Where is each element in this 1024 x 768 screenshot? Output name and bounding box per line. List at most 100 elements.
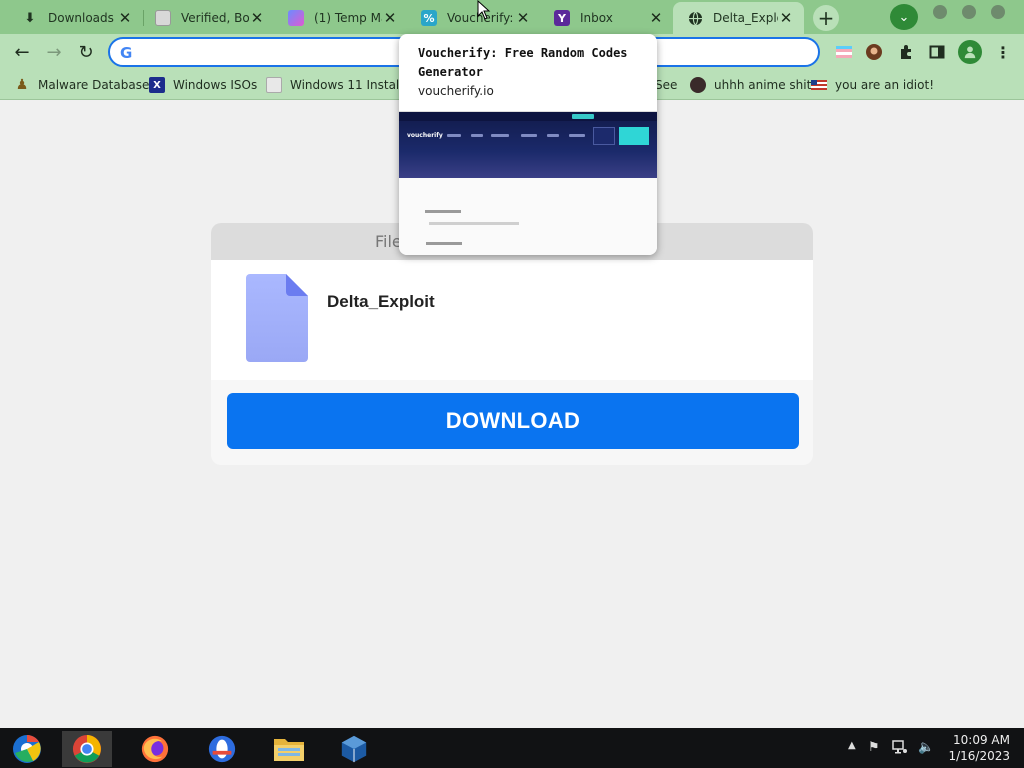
- download-button[interactable]: DOWNLOAD: [227, 393, 799, 449]
- preview-announcement-bar: [399, 112, 657, 121]
- extensions-puzzle-icon[interactable]: [896, 42, 916, 62]
- forward-arrow-icon: →: [46, 41, 62, 63]
- start-icon: [13, 735, 41, 763]
- file-card: File Delta_Exploit DOWNLOAD: [211, 223, 813, 465]
- tab-search-button[interactable]: ⌄: [890, 4, 918, 30]
- yahoo-icon: Y: [554, 10, 570, 26]
- tab-temp-mail[interactable]: (1) Temp Ma ✕: [274, 2, 408, 34]
- tab-voucherify[interactable]: % Voucherify: F ✕: [407, 2, 541, 34]
- bookmark-label: Windows ISOs: [173, 78, 258, 92]
- start-button[interactable]: [2, 731, 52, 767]
- bookmark-label: See: [655, 78, 678, 92]
- hover-card-url: voucherify.io: [418, 84, 494, 98]
- close-icon[interactable]: ✕: [382, 9, 398, 27]
- close-icon[interactable]: ✕: [249, 9, 265, 27]
- bookmark-label: you are an idiot!: [835, 78, 934, 92]
- new-tab-button[interactable]: +: [813, 5, 839, 31]
- maximize-button[interactable]: [962, 5, 976, 19]
- taskbar-chrome[interactable]: [62, 731, 112, 767]
- temp-mail-icon: [288, 10, 304, 26]
- back-button[interactable]: ←: [8, 38, 36, 66]
- profile-icon[interactable]: [958, 40, 982, 64]
- file-row: Delta_Exploit: [211, 260, 813, 380]
- show-hidden-icons-button[interactable]: ▲: [848, 740, 856, 751]
- malware-icon: ♟: [15, 77, 29, 93]
- bookmark-windows-isos[interactable]: X Windows ISOs: [149, 75, 257, 95]
- close-icon[interactable]: ✕: [648, 9, 664, 27]
- preview-logo: voucherify: [407, 132, 443, 139]
- taskbar-file-explorer[interactable]: [264, 731, 314, 767]
- preview-bar-button: [572, 114, 594, 119]
- forward-button[interactable]: →: [40, 38, 68, 66]
- tab-strip: ⬇ Downloads ✕ Verified, Bon ✕ (1) Temp M…: [0, 0, 1024, 34]
- network-icon[interactable]: [892, 740, 908, 758]
- opera-icon: [208, 735, 236, 763]
- mouse-cursor-icon: [477, 0, 491, 20]
- taskbar-opera[interactable]: [197, 731, 247, 767]
- preview-form-label: [426, 242, 462, 245]
- chrome-icon: [72, 734, 102, 764]
- voucherify-icon: %: [421, 10, 437, 26]
- close-icon[interactable]: ✕: [778, 9, 794, 27]
- bookmark-malware-database[interactable]: ♟ Malware Database: [14, 75, 150, 95]
- google-icon: G: [120, 44, 133, 62]
- preview-nav-item: [569, 134, 585, 137]
- tab-title: (1) Temp Ma: [314, 11, 382, 25]
- reload-button[interactable]: ↻: [72, 38, 100, 66]
- tab-hover-card: Voucherify: Free Random Codes Generator …: [399, 34, 657, 255]
- bookmark-see[interactable]: See: [655, 75, 677, 95]
- close-icon[interactable]: ✕: [117, 9, 133, 27]
- back-arrow-icon: ←: [14, 41, 30, 63]
- tab-title: Downloads: [48, 11, 114, 25]
- bookmark-label: Windows 11 Installer: [290, 78, 415, 92]
- action-center-flag-icon[interactable]: ⚑: [868, 740, 880, 755]
- preview-form-label: [425, 210, 461, 213]
- extension-avatar-icon[interactable]: [864, 42, 884, 62]
- close-icon[interactable]: ✕: [515, 9, 531, 27]
- preview-nav-item: [471, 134, 483, 137]
- anime-icon: [690, 77, 706, 93]
- minimize-button[interactable]: [933, 5, 947, 19]
- tab-inbox[interactable]: Y Inbox ✕: [540, 2, 674, 34]
- bookmark-you-are-an-idiot[interactable]: you are an idiot!: [811, 75, 934, 95]
- file-explorer-icon: [274, 739, 304, 761]
- installer-icon: [266, 77, 282, 93]
- side-panel-icon[interactable]: [927, 42, 947, 62]
- file-name: Delta_Exploit: [327, 292, 435, 311]
- tab-delta-exploit[interactable]: Delta_Explo ✕: [673, 2, 804, 34]
- bookmark-windows-11-installer[interactable]: Windows 11 Installer: [266, 75, 415, 95]
- preview-banner: voucherify: [399, 112, 657, 178]
- tab-verified[interactable]: Verified, Bon ✕: [141, 2, 275, 34]
- volume-icon[interactable]: 🔈: [918, 740, 934, 755]
- preview-form-input: [429, 222, 519, 225]
- taskbar-firefox[interactable]: [130, 731, 180, 767]
- bookmark-anime[interactable]: uhhh anime shit: [690, 75, 811, 95]
- preview-login-button: [593, 127, 615, 145]
- tab-downloads[interactable]: ⬇ Downloads ✕: [8, 2, 143, 34]
- tab-title: Verified, Bon: [181, 11, 249, 25]
- chevron-down-icon: ⌄: [898, 9, 910, 25]
- firefox-icon: [141, 735, 169, 763]
- tab-title: Delta_Explo: [713, 11, 778, 25]
- flag-icon: [811, 77, 827, 93]
- bookmark-label: uhhh anime shit: [714, 78, 812, 92]
- hover-card-preview: voucherify: [399, 111, 657, 255]
- roblox-icon: [155, 10, 171, 26]
- reload-icon: ↻: [78, 41, 94, 63]
- file-card-header-label: File: [375, 232, 402, 251]
- preview-nav-item: [447, 134, 461, 137]
- preview-nav-item: [521, 134, 537, 137]
- system-clock[interactable]: 10:09 AM 1/16/2023: [948, 732, 1010, 764]
- profile-badge-icon[interactable]: [834, 42, 854, 62]
- bookmark-label: Malware Database: [38, 78, 150, 92]
- preview-start-button: [619, 127, 649, 145]
- preview-nav-item: [547, 134, 559, 137]
- menu-kebab-icon[interactable]: ⋮: [993, 42, 1013, 62]
- globe-icon: [687, 10, 703, 26]
- close-window-button[interactable]: [991, 5, 1005, 19]
- virtualbox-icon: [341, 735, 367, 763]
- taskbar-virtualbox[interactable]: [329, 731, 379, 767]
- preview-nav-item: [491, 134, 509, 137]
- download-icon: ⬇: [24, 10, 36, 26]
- file-icon: [246, 274, 308, 362]
